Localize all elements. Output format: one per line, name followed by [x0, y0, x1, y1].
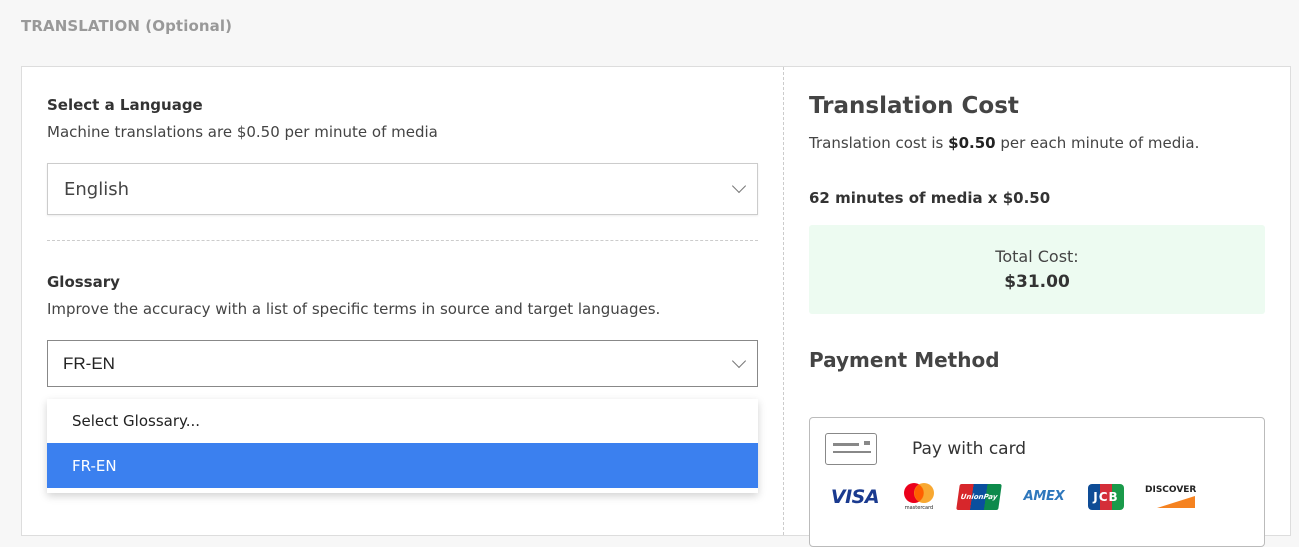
visa-text: VISA [830, 485, 880, 508]
credit-card-icon [825, 433, 877, 465]
glossary-option-placeholder[interactable]: Select Glossary... [47, 399, 758, 442]
total-cost-label: Total Cost: [995, 247, 1079, 266]
glossary-select[interactable]: FR-EN [47, 340, 758, 387]
discover-text: DISCOVER [1145, 485, 1197, 495]
pay-with-card-option[interactable]: Pay with card VISA mastercard UnionPay A… [809, 417, 1265, 547]
translation-options: Select a Language Machine translations a… [22, 67, 784, 535]
glossary-description: Improve the accuracy with a list of spec… [47, 300, 661, 318]
cost-rate: $0.50 [948, 134, 996, 152]
cost-calculation: 62 minutes of media x $0.50 [809, 189, 1051, 207]
chevron-down-icon [731, 353, 747, 369]
glossary-selected-value: FR-EN [63, 353, 115, 373]
pay-with-card-label: Pay with card [912, 439, 1027, 459]
mastercard-icon: mastercard [901, 482, 937, 511]
discover-icon: DISCOVER [1145, 484, 1197, 510]
visa-icon: VISA [830, 486, 880, 508]
section-title: TRANSLATION (Optional) [21, 17, 233, 35]
unionpay-text: UnionPay [960, 492, 998, 501]
glossary-label: Glossary [47, 273, 120, 291]
payment-method-title: Payment Method [809, 348, 1000, 372]
glossary-dropdown: Select Glossary... FR-EN [47, 399, 758, 493]
amex-icon: AMEX [1021, 489, 1067, 504]
unionpay-icon: UnionPay [956, 483, 1002, 510]
jcb-icon: JCB [1088, 483, 1124, 510]
cost-desc-prefix: Translation cost is [809, 134, 949, 152]
language-description: Machine translations are $0.50 per minut… [47, 123, 438, 141]
cost-title: Translation Cost [809, 93, 1019, 119]
chevron-down-icon [731, 178, 747, 194]
card-brands: VISA mastercard UnionPay AMEX JCB DISCOV… [830, 482, 1216, 511]
language-select[interactable]: English [47, 163, 758, 215]
language-selected-value: English [64, 178, 129, 200]
cost-summary: Translation Cost Translation cost is $0.… [784, 67, 1292, 547]
jcb-text: JCB [1093, 489, 1119, 504]
mastercard-text: mastercard [904, 505, 934, 511]
translation-panel: Select a Language Machine translations a… [21, 66, 1292, 547]
amex-text: AMEX [1023, 489, 1065, 504]
language-label: Select a Language [47, 96, 203, 114]
cost-desc-suffix: per each minute of media. [995, 134, 1200, 152]
total-cost-value: $31.00 [1004, 272, 1070, 292]
total-cost-box: Total Cost: $31.00 [809, 225, 1265, 314]
divider [47, 240, 758, 241]
glossary-option-fr-en[interactable]: FR-EN [47, 443, 758, 488]
cost-description: Translation cost is $0.50 per each minut… [809, 134, 1199, 152]
